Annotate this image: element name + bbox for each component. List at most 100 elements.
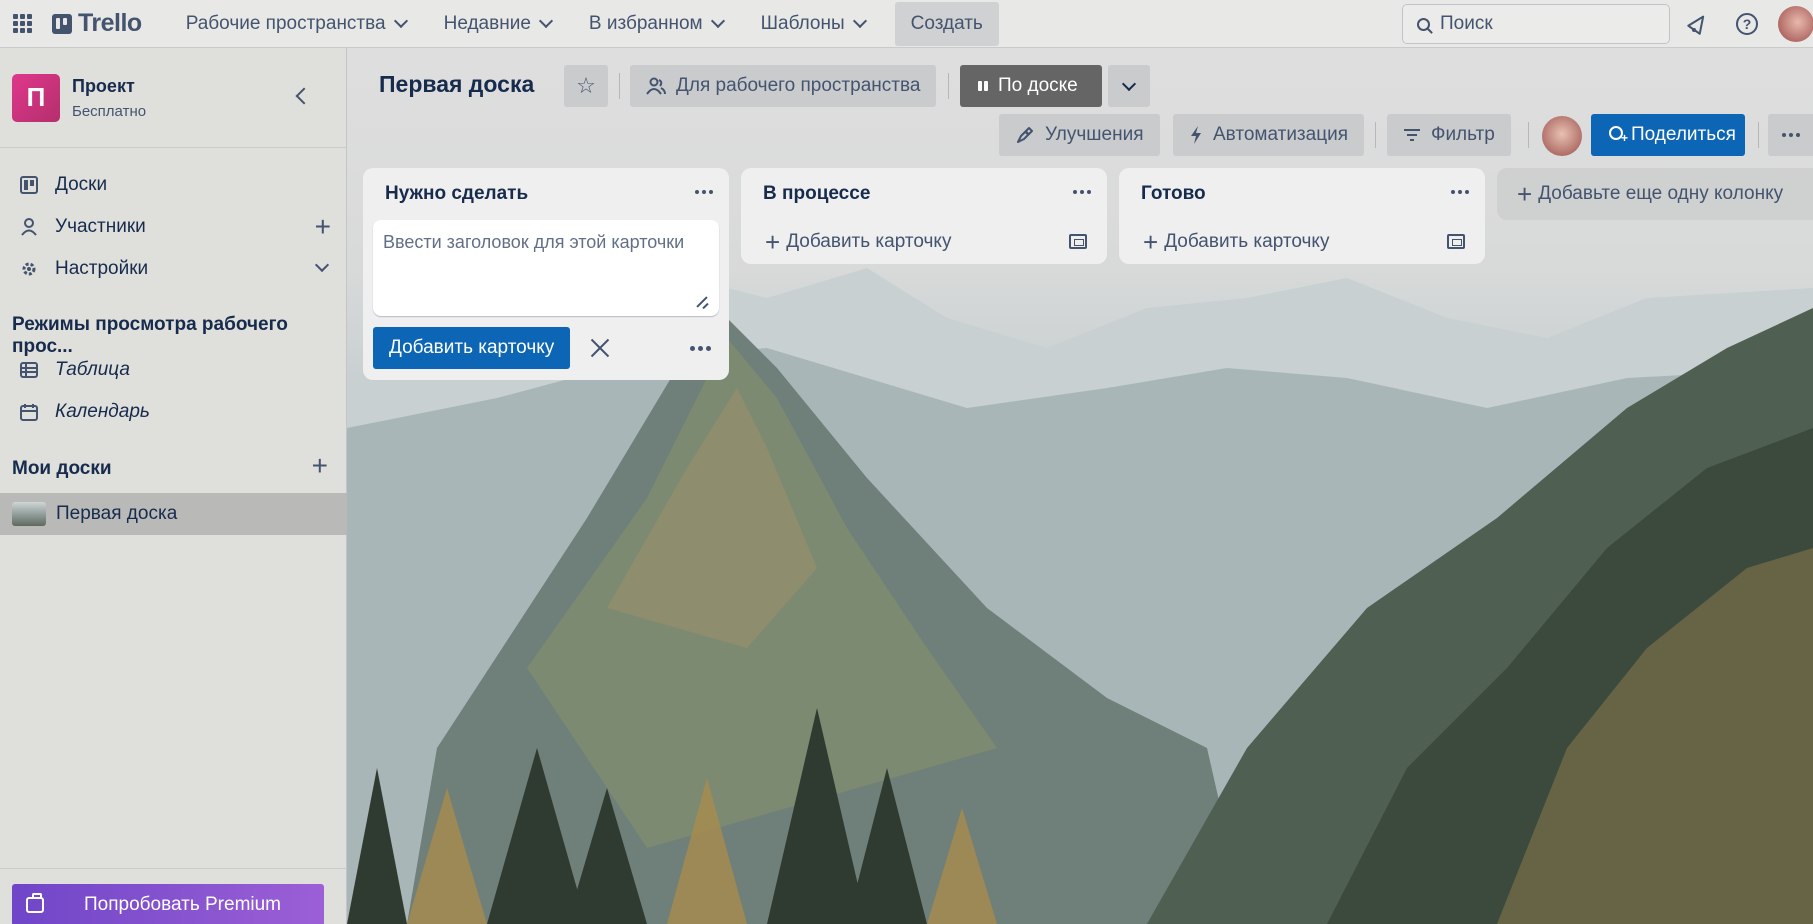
list-menu-icon[interactable] xyxy=(695,190,713,194)
view-switcher-button[interactable] xyxy=(1108,65,1150,107)
automation-button[interactable]: Автоматизация xyxy=(1173,114,1364,156)
share-button[interactable]: Поделиться xyxy=(1591,114,1745,156)
rocket-icon xyxy=(1017,127,1033,143)
notifications-icon[interactable] xyxy=(1686,12,1710,36)
card-composer-actions: Добавить карточку xyxy=(363,316,729,380)
sidebar-board-item[interactable]: Первая доска xyxy=(0,493,347,535)
list-header[interactable]: Готово xyxy=(1119,168,1485,220)
header-separator xyxy=(619,73,620,99)
sidebar-item-label: Настройки xyxy=(55,258,149,279)
add-card-button[interactable]: + Добавить карточку xyxy=(1119,220,1485,264)
gear-icon xyxy=(20,260,38,278)
list-header[interactable]: Нужно сделать xyxy=(363,168,729,220)
chevron-down-icon[interactable] xyxy=(314,257,330,273)
calendar-icon xyxy=(20,403,38,421)
add-list-label: Добавьте еще одну колонку xyxy=(1538,183,1784,204)
board-icon xyxy=(20,176,38,194)
header-separator xyxy=(948,73,949,99)
nav-starred-menu[interactable]: В избранном xyxy=(577,2,735,46)
try-premium-button[interactable]: Попробовать Premium xyxy=(12,884,324,924)
close-icon[interactable] xyxy=(588,336,612,360)
card-template-icon[interactable] xyxy=(1447,234,1465,249)
briefcase-icon xyxy=(26,893,44,913)
powerups-button[interactable]: Улучшения xyxy=(999,114,1160,156)
nav-workspaces-menu[interactable]: Рабочие пространства xyxy=(174,2,418,46)
visibility-button[interactable]: Для рабочего пространства xyxy=(630,65,937,107)
add-card-button[interactable]: + Добавить карточку xyxy=(741,220,1107,264)
board-menu-button[interactable] xyxy=(1768,114,1813,156)
add-board-icon[interactable]: + xyxy=(312,452,328,480)
filter-button[interactable]: Фильтр xyxy=(1387,114,1511,156)
help-icon[interactable]: ? xyxy=(1735,12,1759,36)
sidebar-item-settings[interactable]: Настройки xyxy=(0,248,347,290)
card-title-placeholder: Ввести заголовок для этой карточки xyxy=(383,232,685,252)
search-input[interactable]: Поиск xyxy=(1402,4,1670,44)
composer-more-icon[interactable] xyxy=(690,346,711,351)
nav-recent-label: Недавние xyxy=(443,12,531,34)
header-separator xyxy=(1528,122,1529,148)
board-member-avatar[interactable] xyxy=(1542,116,1582,156)
star-board-button[interactable]: ☆ xyxy=(564,65,608,107)
chevron-down-icon xyxy=(538,13,553,29)
chevron-down-icon xyxy=(852,13,867,29)
card-title-textarea[interactable]: Ввести заголовок для этой карточки xyxy=(373,220,719,316)
sidebar-item-label: Доски xyxy=(55,174,108,195)
sidebar-item-boards[interactable]: Доски xyxy=(0,164,347,206)
app-switcher-icon[interactable] xyxy=(0,0,44,48)
table-icon xyxy=(20,361,38,379)
list-menu-icon[interactable] xyxy=(1451,190,1469,194)
create-button[interactable]: Создать xyxy=(894,1,999,46)
sidebar-divider xyxy=(0,868,347,869)
workspace-name[interactable]: Проект xyxy=(72,76,146,97)
nav-workspaces-label: Рабочие пространства xyxy=(185,12,386,34)
add-card-label: Добавить карточку xyxy=(786,231,952,252)
nav-templates-menu[interactable]: Шаблоны xyxy=(749,2,877,46)
people-icon xyxy=(646,77,666,95)
add-card-label: Добавить карточку xyxy=(1164,231,1330,252)
search-icon xyxy=(1417,17,1430,31)
workspace-logo[interactable]: П xyxy=(12,73,60,122)
header-separator xyxy=(1375,122,1376,148)
share-label: Поделиться xyxy=(1631,124,1736,145)
list-todo: Нужно сделать Ввести заголовок для этой … xyxy=(363,168,729,380)
list-done: Готово + Добавить карточку xyxy=(1119,168,1485,264)
nav-templates-label: Шаблоны xyxy=(760,12,845,34)
search-placeholder: Поиск xyxy=(1440,13,1493,34)
list-title: Нужно сделать xyxy=(385,183,529,204)
resize-handle-icon[interactable] xyxy=(697,296,709,308)
list-title: В процессе xyxy=(763,183,871,204)
list-title: Готово xyxy=(1141,183,1206,204)
plus-icon: + xyxy=(765,227,781,257)
star-icon: ☆ xyxy=(576,73,596,98)
trello-logo[interactable]: Trello xyxy=(52,9,142,38)
workspace-plan: Бесплатно xyxy=(72,102,147,120)
user-avatar[interactable] xyxy=(1778,6,1813,42)
board-title[interactable]: Первая доска xyxy=(379,71,534,98)
person-icon xyxy=(20,218,38,236)
list-header[interactable]: В процессе xyxy=(741,168,1107,220)
collapse-sidebar-icon[interactable] xyxy=(295,87,313,105)
add-card-submit-button[interactable]: Добавить карточку xyxy=(373,327,571,369)
board-view-button[interactable]: По доске xyxy=(960,65,1102,107)
add-member-icon[interactable]: + xyxy=(315,213,331,241)
list-menu-icon[interactable] xyxy=(1073,190,1091,194)
chevron-down-icon xyxy=(710,13,725,29)
sidebar-item-members[interactable]: Участники + xyxy=(0,206,347,248)
visibility-label: Для рабочего пространства xyxy=(676,75,921,96)
trello-logo-icon xyxy=(52,13,72,34)
nav-recent-menu[interactable]: Недавние xyxy=(432,2,563,46)
plus-icon: + xyxy=(1517,179,1533,209)
workspace-header: П Проект Бесплатно xyxy=(0,48,346,148)
nav-starred-label: В избранном xyxy=(588,12,703,34)
board-thumbnail xyxy=(12,502,46,526)
more-icon xyxy=(1781,133,1800,137)
header-separator xyxy=(1758,122,1759,148)
sidebar-item-calendar[interactable]: Календарь xyxy=(0,391,347,433)
chevron-down-icon xyxy=(1121,76,1137,91)
sidebar-item-table[interactable]: Таблица xyxy=(0,349,347,391)
add-list-button[interactable]: + Добавьте еще одну колонку xyxy=(1497,168,1813,220)
premium-label: Попробовать Premium xyxy=(84,894,282,915)
card-template-icon[interactable] xyxy=(1069,234,1087,249)
sidebar-board-label: Первая доска xyxy=(56,503,178,524)
sidebar-item-label: Участники xyxy=(55,216,146,237)
